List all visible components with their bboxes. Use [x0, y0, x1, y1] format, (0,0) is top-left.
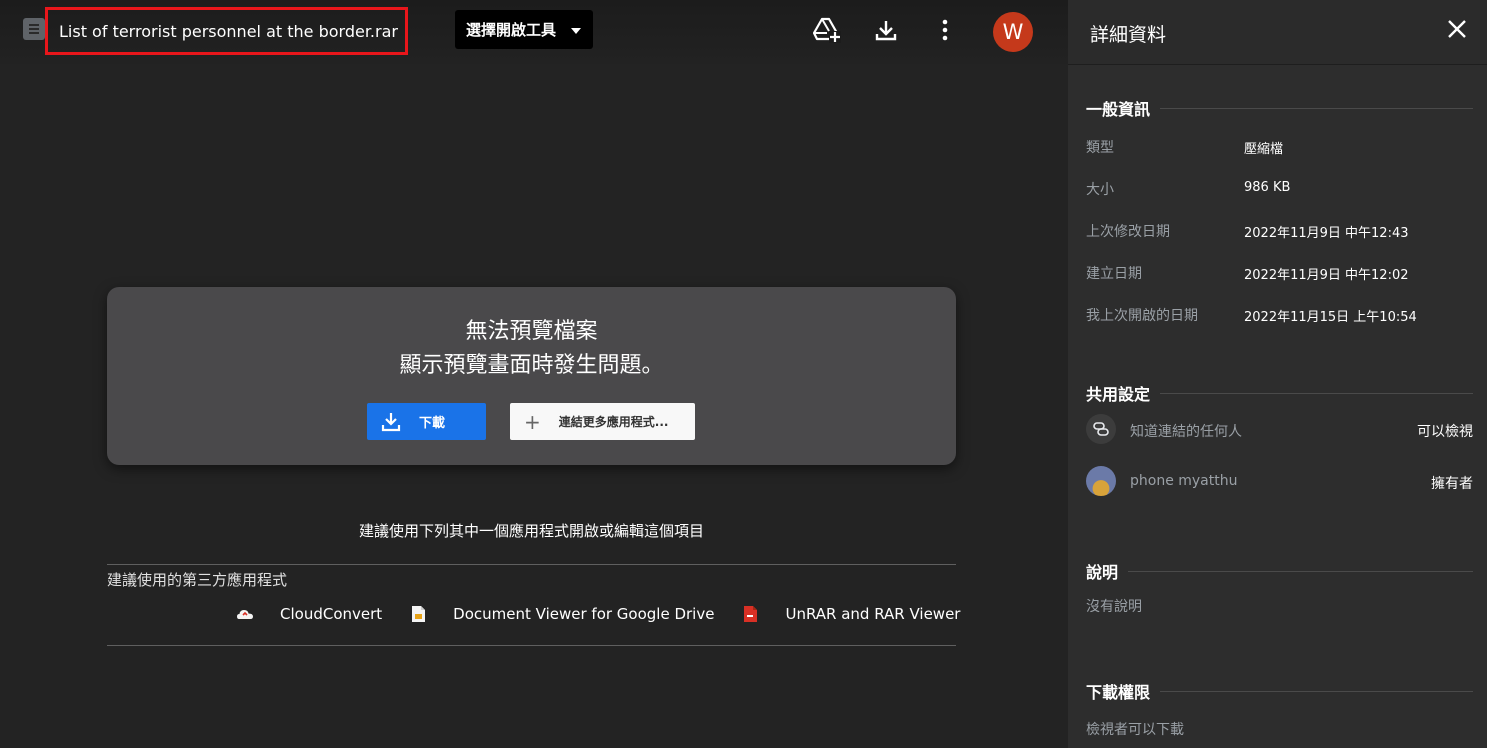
sharing-heading: 共用設定 [1086, 381, 1473, 405]
link-icon [1086, 414, 1116, 444]
preview-error-title: 無法預覽檔案 [465, 319, 598, 344]
account-avatar[interactable]: W [993, 12, 1033, 52]
preview-error-subtitle: 顯示預覽畫面時發生問題。 [399, 353, 664, 378]
more-vert-icon[interactable] [929, 14, 961, 46]
app-document-viewer[interactable]: Document Viewer for Google Drive [409, 605, 714, 623]
download-icon [381, 412, 401, 431]
created-label: 建立日期 [1086, 266, 1142, 282]
created-value: 2022年11月9日 中午12:02 [1244, 268, 1409, 283]
share-row-link[interactable]: 知道連結的任何人 可以檢視 [1086, 414, 1473, 446]
size-value: 986 KB [1244, 180, 1291, 195]
share-role: 擁有者 [1431, 476, 1473, 492]
details-panel-title: 詳細資料 [1090, 24, 1167, 46]
modified-value: 2022年11月9日 中午12:43 [1244, 226, 1409, 241]
divider [107, 564, 956, 565]
caret-down-icon [571, 28, 581, 34]
add-to-drive-icon[interactable] [811, 14, 843, 46]
avatar [1086, 466, 1116, 496]
details-panel-header: 詳細資料 [1068, 0, 1487, 65]
type-value: 壓縮檔 [1244, 142, 1284, 157]
preview-error-card: 無法預覽檔案 顯示預覽畫面時發生問題。 下載 + 連結更多應用程式... [107, 287, 956, 465]
connect-more-apps-button[interactable]: + 連結更多應用程式... [510, 403, 695, 440]
app-name: CloudConvert [280, 605, 383, 623]
suggested-apps-list: CloudConvert Document Viewer for Google … [236, 603, 960, 625]
share-role: 可以檢視 [1417, 424, 1473, 440]
open-with-label: 選擇開啟工具 [466, 21, 557, 39]
preview-area: List of terrorist personnel at the borde… [0, 0, 1068, 748]
divider [107, 645, 956, 646]
app-name: Document Viewer for Google Drive [453, 605, 715, 623]
app-name: UnRAR and RAR Viewer [785, 605, 961, 623]
share-row-owner[interactable]: phone myatthu 擁有者 [1086, 466, 1473, 498]
top-bar: List of terrorist personnel at the borde… [0, 0, 1068, 64]
app-cloudconvert[interactable]: CloudConvert [236, 605, 382, 623]
description-text: 沒有說明 [1086, 599, 1142, 615]
file-type-icon [23, 18, 45, 40]
app-unrar-viewer[interactable]: UnRAR and RAR Viewer [741, 605, 960, 623]
general-info-heading: 一般資訊 [1086, 96, 1473, 120]
modified-label: 上次修改日期 [1086, 224, 1170, 240]
download-icon[interactable] [870, 14, 902, 46]
archive-icon [744, 606, 758, 622]
share-name: phone myatthu [1130, 473, 1238, 489]
last-opened-label: 我上次開啟的日期 [1086, 308, 1198, 324]
size-label: 大小 [1086, 182, 1114, 198]
document-icon [412, 606, 426, 622]
download-permission-text: 檢視者可以下載 [1086, 722, 1184, 738]
description-heading: 說明 [1086, 559, 1473, 583]
download-label: 下載 [419, 416, 446, 431]
file-name-title: List of terrorist personnel at the borde… [45, 7, 408, 55]
plus-icon: + [524, 409, 541, 434]
type-label: 類型 [1086, 140, 1114, 156]
share-name: 知道連結的任何人 [1130, 424, 1242, 440]
drive-file-preview: List of terrorist personnel at the borde… [0, 0, 1487, 748]
download-permission-heading: 下載權限 [1086, 679, 1473, 703]
app-suggestion-text: 建議使用下列其中一個應用程式開啟或編輯這個項目 [358, 522, 704, 540]
cloud-icon [237, 610, 253, 619]
last-opened-value: 2022年11月15日 上午10:54 [1244, 310, 1417, 325]
third-party-label: 建議使用的第三方應用程式 [107, 571, 288, 589]
close-icon[interactable] [1444, 16, 1470, 42]
details-panel: 詳細資料 一般資訊 類型 壓縮檔 大小 986 KB 上次修改日期 2022年1… [1068, 0, 1487, 748]
download-button[interactable]: 下載 [367, 403, 486, 440]
open-with-button[interactable]: 選擇開啟工具 [455, 10, 593, 49]
connect-more-apps-label: 連結更多應用程式... [558, 415, 669, 429]
